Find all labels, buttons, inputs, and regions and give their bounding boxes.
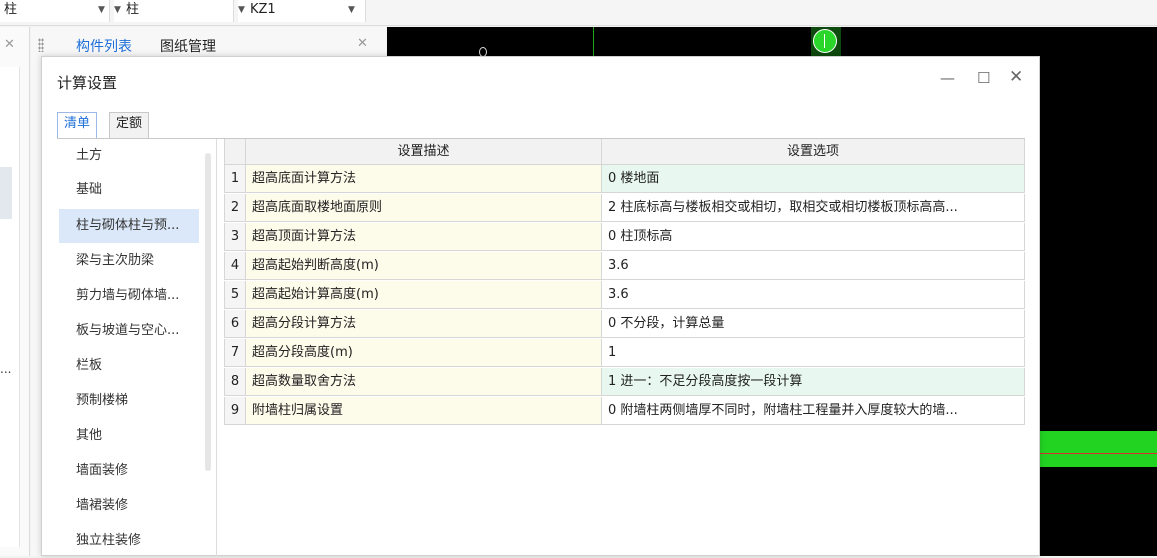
chevron-down-icon: ▼ xyxy=(238,5,245,15)
table-row[interactable]: 2 超高底面取楼地面原则 2 柱底标高与楼板相交或相切，取相交或相切楼板顶标高高… xyxy=(224,194,1025,222)
setting-description: 超高底面计算方法 xyxy=(246,165,602,192)
setting-option[interactable]: 0 不分段，计算总量 xyxy=(602,310,1025,337)
setting-option[interactable]: 3.6 xyxy=(602,252,1025,279)
setting-option[interactable]: 3.6 xyxy=(602,281,1025,308)
row-number: 5 xyxy=(224,281,246,308)
table-row[interactable]: 6 超高分段计算方法 0 不分段，计算总量 xyxy=(224,310,1025,338)
component-name-value: KZ1 xyxy=(250,2,276,17)
table-row[interactable]: 5 超高起始计算高度(m) 3.6 xyxy=(224,281,1025,309)
tab-quota[interactable]: 定额 xyxy=(109,112,150,138)
category-item[interactable]: 剪力墙与砌体墙... xyxy=(59,279,199,313)
drag-handle-icon[interactable] xyxy=(38,38,44,52)
tab-drawing-management[interactable]: 图纸管理 xyxy=(160,36,216,56)
row-number-header xyxy=(224,139,246,164)
setting-description: 附墙柱归属设置 xyxy=(246,397,602,424)
row-number: 7 xyxy=(224,339,246,366)
close-icon[interactable]: ✕ xyxy=(4,37,15,52)
category-item[interactable]: 土方 xyxy=(59,139,199,173)
table-row[interactable]: 8 超高数量取舍方法 1 进一：不足分段高度按一段计算 xyxy=(224,368,1025,396)
table-header: 设置描述 设置选项 xyxy=(224,139,1025,165)
row-number: 8 xyxy=(224,368,246,395)
minimize-icon[interactable]: — xyxy=(940,69,955,87)
top-toolbar: 柱 ▼ ▼ 柱 ▼ KZ1 ▼ xyxy=(0,0,1157,26)
chevron-down-icon: ▼ xyxy=(348,5,355,15)
axis-marker xyxy=(813,29,837,53)
column-header-description: 设置描述 xyxy=(246,139,602,164)
category-item[interactable]: 预制楼梯 xyxy=(59,384,199,418)
setting-description: 超高分段高度(m) xyxy=(246,339,602,366)
tab-bill[interactable]: 清单 xyxy=(57,112,98,139)
category-item[interactable]: 其他 xyxy=(59,419,199,453)
close-icon[interactable]: ✕ xyxy=(1009,67,1023,87)
setting-option[interactable]: 2 柱底标高与楼板相交或相切，取相交或相切楼板顶标高高... xyxy=(602,194,1025,221)
category-list: 土方 基础 柱与砌体柱与预... 梁与主次肋梁 剪力墙与砌体墙... 板与坡道与… xyxy=(59,139,217,557)
table-row[interactable]: 4 超高起始判断高度(m) 3.6 xyxy=(224,252,1025,280)
row-number: 9 xyxy=(224,397,246,424)
chevron-down-icon: ▼ xyxy=(98,5,105,15)
component-name-combo[interactable]: ▼ KZ1 ▼ xyxy=(238,0,366,22)
setting-description: 超高起始判断高度(m) xyxy=(246,252,602,279)
floor-combo-value: 柱 xyxy=(4,2,18,17)
setting-description: 超高数量取舍方法 xyxy=(246,368,602,395)
dialog-title: 计算设置 xyxy=(57,74,118,92)
component-type-value: 柱 xyxy=(126,2,140,17)
category-item[interactable]: 墙裙装修 xyxy=(59,489,199,523)
table-row[interactable]: 1 超高底面计算方法 0 楼地面 xyxy=(224,165,1025,193)
setting-option[interactable]: 0 附墙柱两侧墙厚不同时，附墙柱工程量并入厚度较大的墙... xyxy=(602,397,1025,424)
setting-option[interactable]: 1 xyxy=(602,339,1025,366)
category-item[interactable]: 栏板 xyxy=(59,349,199,383)
row-number: 3 xyxy=(224,223,246,250)
row-number: 6 xyxy=(224,310,246,337)
setting-description: 超高分段计算方法 xyxy=(246,310,602,337)
category-item[interactable]: 板与坡道与空心... xyxy=(59,314,199,348)
table-row[interactable]: 3 超高顶面计算方法 0 柱顶标高 xyxy=(224,223,1025,251)
category-item[interactable]: 基础 xyxy=(59,173,199,207)
left-tree-pane: ✕ ... xyxy=(0,27,30,556)
tree-selected-item[interactable] xyxy=(0,167,12,219)
setting-description: 超高顶面计算方法 xyxy=(246,223,602,250)
row-number: 4 xyxy=(224,252,246,279)
table-row[interactable]: 7 超高分段高度(m) 1 xyxy=(224,339,1025,367)
component-type-combo[interactable]: ▼ 柱 xyxy=(114,0,234,22)
column-header-option: 设置选项 xyxy=(602,139,1025,164)
floor-combo[interactable]: 柱 ▼ xyxy=(0,0,110,22)
table-row[interactable]: 9 附墙柱归属设置 0 附墙柱两侧墙厚不同时，附墙柱工程量并入厚度较大的墙... xyxy=(224,397,1025,425)
close-icon[interactable]: ✕ xyxy=(357,36,368,51)
row-number: 2 xyxy=(224,194,246,221)
setting-description: 超高底面取楼地面原则 xyxy=(246,194,602,221)
setting-description: 超高起始计算高度(m) xyxy=(246,281,602,308)
calculation-settings-dialog: 计算设置 — ☐ ✕ 清单 定额 土方 基础 柱与砌体柱与预... 梁与主次肋梁… xyxy=(41,56,1040,557)
setting-option[interactable]: 1 进一：不足分段高度按一段计算 xyxy=(602,368,1025,395)
tree-area xyxy=(0,67,20,547)
truncated-text: ... xyxy=(0,362,12,376)
category-item-selected[interactable]: 柱与砌体柱与预... xyxy=(59,209,199,243)
category-scrollbar[interactable] xyxy=(205,153,211,471)
setting-option[interactable]: 0 楼地面 xyxy=(602,165,1025,192)
maximize-icon[interactable]: ☐ xyxy=(977,69,990,87)
beam-element xyxy=(1027,431,1157,467)
category-item[interactable]: 墙面装修 xyxy=(59,454,199,488)
row-number: 1 xyxy=(224,165,246,192)
category-item[interactable]: 独立柱装修 xyxy=(59,524,199,558)
setting-option[interactable]: 0 柱顶标高 xyxy=(602,223,1025,250)
category-item[interactable]: 梁与主次肋梁 xyxy=(59,244,199,278)
chevron-down-icon: ▼ xyxy=(114,5,121,15)
